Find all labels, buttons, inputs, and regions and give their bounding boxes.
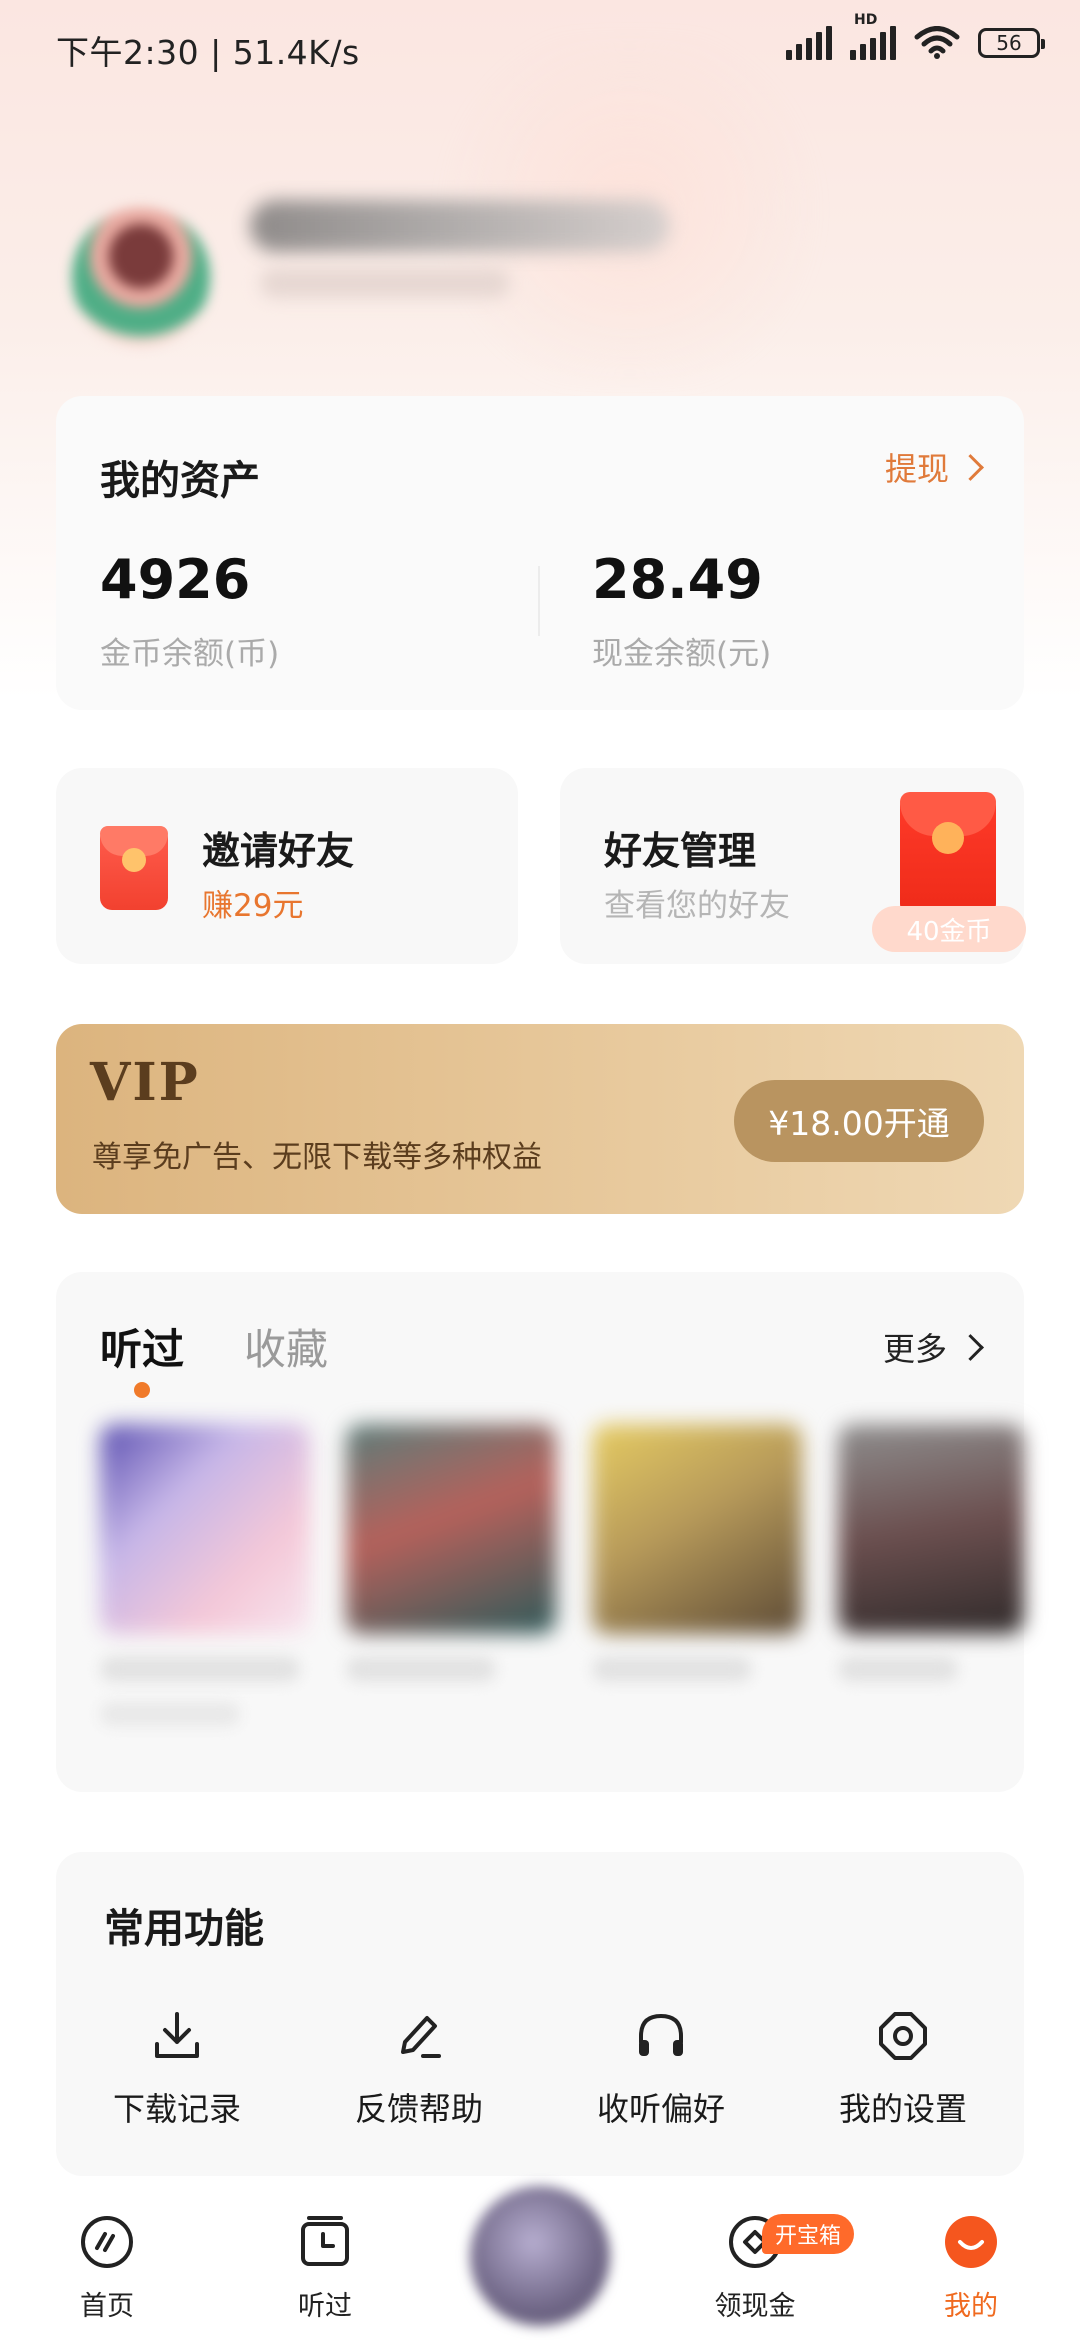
history-item-title-blurred: [346, 1656, 496, 1682]
cash-balance-value[interactable]: 28.49: [592, 548, 763, 611]
func-label: 我的设置: [838, 2090, 967, 2128]
vip-description: 尊享免广告、无限下载等多种权益: [92, 1140, 542, 1175]
assets-title: 我的资产: [100, 458, 260, 504]
coin-balance-value[interactable]: 4926: [100, 548, 250, 611]
invite-title: 邀请好友: [202, 829, 355, 873]
now-playing-cover[interactable]: [470, 2186, 610, 2326]
feedback-help-button[interactable]: 反馈帮助: [298, 2004, 540, 2130]
download-icon: [56, 2004, 298, 2068]
assets-divider: [538, 566, 540, 636]
status-time-speed: 下午2:30 | 51.4K/s: [56, 33, 360, 72]
func-label: 下载记录: [112, 2090, 241, 2128]
active-tab-indicator: [134, 1382, 150, 1398]
status-bar: 下午2:30 | 51.4K/s HD 56: [0, 0, 1080, 96]
chevron-right-icon: [957, 453, 984, 481]
red-packet-icon: [100, 826, 168, 910]
my-settings-button[interactable]: 我的设置: [782, 2004, 1024, 2130]
friends-title: 好友管理: [604, 829, 757, 873]
coin-reward-badge: 40金币: [872, 906, 1026, 952]
invite-reward: 赚29元: [202, 888, 304, 924]
history-item-title-blurred: [838, 1656, 958, 1682]
invite-friends-card[interactable]: 邀请好友 赚29元: [56, 768, 518, 964]
history-item-thumbnail[interactable]: [100, 1424, 310, 1634]
cash-balance-label: 现金余额(元): [592, 636, 772, 672]
common-functions-card: 常用功能 下载记录 反馈帮助 收听偏好 我的设置: [56, 1852, 1024, 2176]
nav-profile[interactable]: 我的: [906, 2214, 1036, 2323]
history-item-thumbnail[interactable]: [838, 1424, 1024, 1634]
profile-icon: [945, 2216, 997, 2268]
battery-icon: 56: [978, 28, 1045, 58]
nav-label: 首页: [80, 2291, 134, 2322]
edit-icon: [298, 2004, 540, 2068]
coin-balance-label: 金币余额(币): [100, 636, 280, 672]
headphones-icon: [540, 2004, 782, 2068]
user-subtitle-blurred: [260, 268, 510, 298]
tab-favorites[interactable]: 收藏: [244, 1316, 328, 1377]
history-item-thumbnail[interactable]: [346, 1424, 556, 1634]
vip-logo: VIP: [90, 1052, 200, 1113]
withdraw-label: 提现: [884, 450, 949, 488]
wifi-icon: [914, 26, 960, 59]
history-item-title-blurred: [100, 1656, 300, 1682]
more-label: 更多: [882, 1330, 947, 1368]
bottom-navigation: 首页 听过 领现金 我的: [0, 2176, 1080, 2340]
chevron-right-icon: [957, 1333, 984, 1361]
history-item-thumbnail[interactable]: [592, 1424, 802, 1634]
battery-level: 56: [996, 31, 1022, 55]
functions-title: 常用功能: [104, 1906, 264, 1952]
listening-preferences-button[interactable]: 收听偏好: [540, 2004, 782, 2130]
username-blurred[interactable]: [250, 200, 670, 252]
download-records-button[interactable]: 下载记录: [56, 2004, 298, 2130]
func-label: 收听偏好: [596, 2090, 725, 2128]
treasure-chest-badge[interactable]: 开宝箱: [762, 2214, 854, 2254]
avatar[interactable]: [72, 208, 210, 346]
history-icon: [301, 2216, 349, 2266]
friends-subtitle: 查看您的好友: [604, 888, 790, 924]
vip-banner[interactable]: VIP 尊享免广告、无限下载等多种权益 ¥18.00开通: [56, 1024, 1024, 1214]
settings-icon: [782, 2004, 1024, 2068]
history-item-subtitle-blurred: [100, 1702, 240, 1726]
withdraw-button[interactable]: 提现: [884, 444, 984, 490]
func-label: 反馈帮助: [354, 2090, 483, 2128]
signal-hd-icon: HD: [850, 12, 896, 60]
nav-label: 听过: [298, 2291, 352, 2322]
assets-card: 我的资产 提现 4926 金币余额(币) 28.49 现金余额(元): [56, 396, 1024, 710]
more-button[interactable]: 更多: [882, 1324, 984, 1370]
signal-icon: [786, 26, 832, 60]
home-icon: [81, 2216, 133, 2268]
red-envelope-icon: [900, 792, 996, 918]
friends-management-card[interactable]: 好友管理 查看您的好友 40金币: [560, 768, 1026, 964]
history-item-title-blurred: [592, 1656, 752, 1682]
history-card: 听过 收藏 更多: [56, 1272, 1024, 1792]
tab-history[interactable]: 听过: [100, 1316, 184, 1377]
nav-home[interactable]: 首页: [42, 2214, 172, 2323]
hd-label: HD: [854, 12, 878, 28]
nav-label: 我的: [944, 2291, 998, 2322]
nav-label: 领现金: [714, 2291, 796, 2322]
vip-open-button[interactable]: ¥18.00开通: [734, 1080, 984, 1162]
nav-history[interactable]: 听过: [260, 2214, 390, 2323]
